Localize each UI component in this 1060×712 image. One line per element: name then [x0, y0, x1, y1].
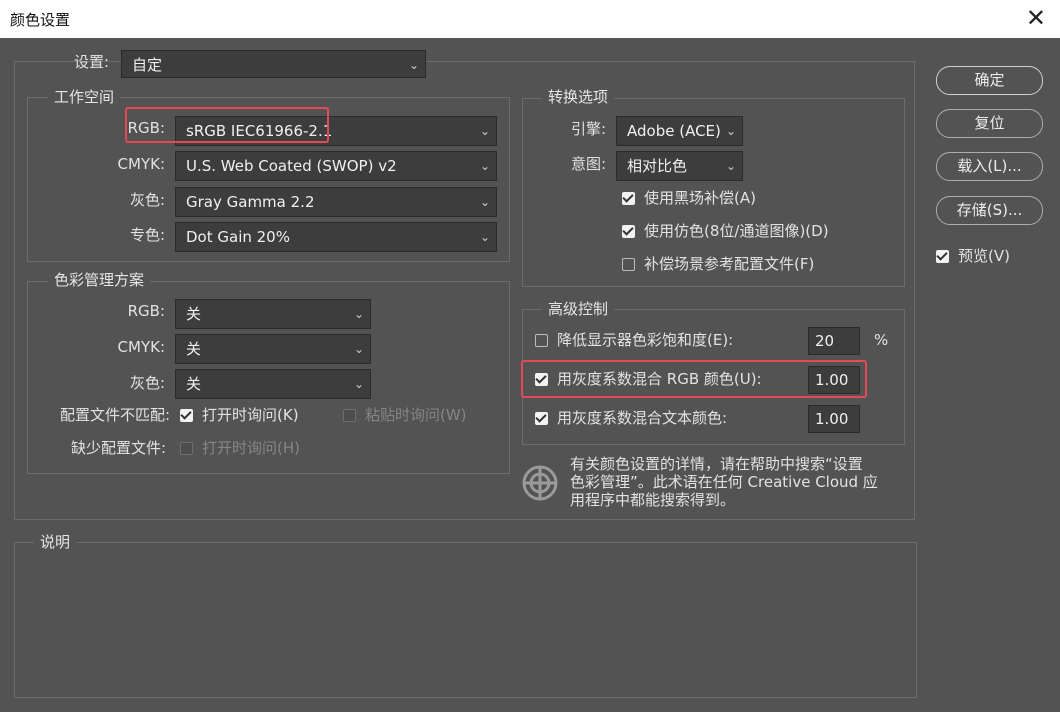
cm-gray-select[interactable]: 关 ⌄	[175, 369, 371, 399]
title-bar: 颜色设置 ✕	[0, 0, 1060, 38]
ws-gray-label: 灰色:	[129, 191, 165, 209]
chevron-down-icon: ⌄	[479, 124, 490, 138]
conversion-title: 转换选项	[542, 88, 615, 106]
intent-label: 意图:	[570, 155, 606, 173]
compensate-label: 补偿场景参考配置文件(F)	[644, 255, 815, 273]
cm-gray-value: 关	[186, 375, 202, 393]
info-line-1: 有关颜色设置的详情，请在帮助中搜索“设置	[570, 455, 863, 473]
close-icon[interactable]: ✕	[1026, 4, 1046, 32]
desaturate-input[interactable]: 20	[808, 327, 860, 355]
missing-ask-open-label: 打开时询问(H)	[202, 439, 300, 457]
cm-rgb-select[interactable]: 关 ⌄	[175, 299, 371, 329]
engine-value: Adobe (ACE)	[627, 122, 721, 140]
cm-rgb-label: RGB:	[127, 302, 165, 320]
desaturate-checkbox[interactable]	[535, 334, 548, 347]
chevron-down-icon: ⌄	[353, 342, 364, 356]
ws-cmyk-select[interactable]: U.S. Web Coated (SWOP) v2 ⌄	[175, 151, 497, 181]
intent-select[interactable]: 相对比色 ⌄	[616, 151, 743, 181]
ws-cmyk-label: CMYK:	[117, 155, 165, 173]
ask-paste-label: 粘贴时询问(W)	[365, 406, 467, 424]
blend-text-checkbox[interactable]	[535, 412, 548, 425]
desaturate-unit: %	[874, 331, 889, 349]
blend-text-label: 用灰度系数混合文本颜色:	[557, 409, 728, 427]
description-title: 说明	[34, 533, 77, 551]
ask-open-checkbox[interactable]	[180, 409, 193, 422]
chevron-down-icon: ⌄	[353, 377, 364, 391]
missing-label: 缺少配置文件:	[70, 439, 166, 457]
save-button[interactable]: 存储(S)...	[936, 196, 1043, 225]
chevron-down-icon: ⌄	[725, 124, 736, 138]
dither-label: 使用仿色(8位/通道图像)(D)	[644, 222, 829, 240]
info-line-2: 色彩管理”。此术语在任何 Creative Cloud 应	[570, 473, 878, 491]
color-wheel-icon	[522, 465, 558, 501]
advanced-title: 高级控制	[542, 300, 615, 318]
compensate-checkbox[interactable]	[622, 258, 635, 271]
desaturate-label: 降低显示器色彩饱和度(E):	[557, 331, 734, 349]
bpc-label: 使用黑场补偿(A)	[644, 189, 756, 207]
description-box	[14, 542, 917, 698]
chevron-down-icon: ⌄	[479, 230, 490, 244]
info-line-3: 用程序中都能搜索得到。	[570, 491, 736, 509]
cm-gray-label: 灰色:	[129, 374, 165, 392]
settings-select[interactable]: 自定 ⌄	[121, 50, 426, 78]
color-management-title: 色彩管理方案	[48, 271, 151, 289]
cm-cmyk-value: 关	[186, 340, 202, 358]
ws-spot-select[interactable]: Dot Gain 20% ⌄	[175, 222, 497, 252]
window-title: 颜色设置	[10, 11, 71, 29]
engine-label: 引擎:	[570, 120, 606, 138]
chevron-down-icon: ⌄	[353, 307, 364, 321]
preview-label: 预览(V)	[958, 247, 1010, 265]
ws-spot-value: Dot Gain 20%	[186, 228, 290, 246]
blend-text-input[interactable]: 1.00	[808, 405, 860, 433]
chevron-down-icon: ⌄	[725, 159, 736, 173]
preview-checkbox[interactable]	[936, 250, 949, 263]
load-button[interactable]: 载入(L)...	[936, 152, 1043, 181]
ws-gray-select[interactable]: Gray Gamma 2.2 ⌄	[175, 187, 497, 217]
chevron-down-icon: ⌄	[408, 58, 419, 72]
ask-open-label: 打开时询问(K)	[202, 406, 299, 424]
mismatch-label: 配置文件不匹配:	[59, 406, 170, 424]
engine-select[interactable]: Adobe (ACE) ⌄	[616, 116, 743, 146]
ok-button[interactable]: 确定	[936, 66, 1043, 95]
settings-label: 设置:	[74, 53, 110, 71]
dither-checkbox[interactable]	[622, 225, 635, 238]
chevron-down-icon: ⌄	[479, 159, 490, 173]
rgb-highlight-box	[125, 107, 329, 143]
bpc-checkbox[interactable]	[622, 192, 635, 205]
chevron-down-icon: ⌄	[479, 195, 490, 209]
ws-spot-label: 专色:	[129, 226, 165, 244]
cm-rgb-value: 关	[186, 305, 202, 323]
intent-value: 相对比色	[627, 157, 688, 175]
blend-rgb-highlight-box	[521, 360, 867, 398]
cm-cmyk-select[interactable]: 关 ⌄	[175, 334, 371, 364]
ws-cmyk-value: U.S. Web Coated (SWOP) v2	[186, 157, 397, 175]
reset-button[interactable]: 复位	[936, 109, 1043, 138]
ws-gray-value: Gray Gamma 2.2	[186, 193, 315, 211]
working-spaces-title: 工作空间	[48, 88, 121, 106]
cm-cmyk-label: CMYK:	[117, 338, 165, 356]
missing-ask-open-checkbox[interactable]	[180, 442, 193, 455]
ask-paste-checkbox[interactable]	[343, 409, 356, 422]
settings-value: 自定	[132, 56, 163, 74]
